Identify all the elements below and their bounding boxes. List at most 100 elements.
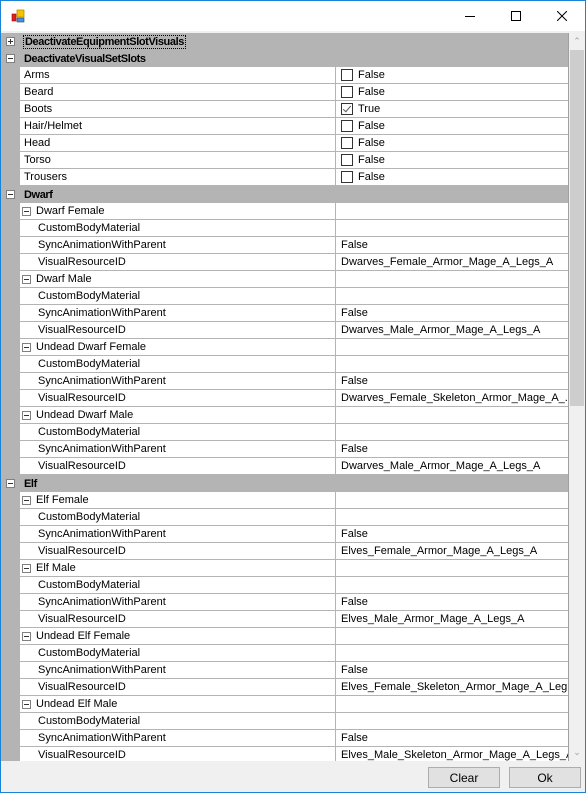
property-row[interactable]: Arms False	[1, 67, 568, 84]
property-value[interactable]: Elves_Female_Skeleton_Armor_Mage_A_Leg..…	[335, 679, 568, 696]
property-row[interactable]: SyncAnimationWithParent False	[1, 730, 568, 747]
property-value[interactable]	[335, 220, 568, 237]
property-row[interactable]: Trousers False	[1, 169, 568, 186]
property-value[interactable]	[335, 509, 568, 526]
collapse-icon[interactable]	[22, 410, 31, 420]
subgroup-row[interactable]: Undead Elf Female	[1, 628, 568, 645]
close-button[interactable]	[539, 1, 585, 31]
collapse-icon[interactable]	[22, 274, 31, 284]
expand-icon[interactable]	[6, 37, 15, 46]
property-row[interactable]: Boots True	[1, 101, 568, 118]
collapse-icon[interactable]	[6, 479, 15, 488]
ok-button[interactable]: Ok	[509, 767, 581, 788]
property-value[interactable]: False	[335, 305, 568, 322]
collapse-icon[interactable]	[22, 495, 31, 505]
subgroup-row[interactable]: Dwarf Male	[1, 271, 568, 288]
vertical-scrollbar[interactable]: ⌃ ⌄	[569, 33, 585, 761]
checkbox[interactable]	[341, 137, 353, 149]
property-value[interactable]: Elves_Male_Armor_Mage_A_Legs_A	[335, 611, 568, 628]
property-value[interactable]	[335, 424, 568, 441]
property-value[interactable]	[335, 356, 568, 373]
property-row[interactable]: Beard False	[1, 84, 568, 101]
maximize-button[interactable]	[493, 1, 539, 31]
property-value[interactable]: Dwarves_Male_Armor_Mage_A_Legs_A	[335, 458, 568, 475]
property-row[interactable]: SyncAnimationWithParent False	[1, 594, 568, 611]
subgroup-row[interactable]: Undead Elf Male	[1, 696, 568, 713]
scrollbar-thumb[interactable]	[570, 50, 584, 406]
property-row[interactable]: CustomBodyMaterial	[1, 288, 568, 305]
property-value[interactable]: False	[335, 594, 568, 611]
property-value-cell[interactable]: True	[335, 101, 568, 118]
property-value[interactable]: False	[335, 373, 568, 390]
property-row[interactable]: Head False	[1, 135, 568, 152]
property-row[interactable]: SyncAnimationWithParent False	[1, 305, 568, 322]
property-row[interactable]: CustomBodyMaterial	[1, 645, 568, 662]
property-row[interactable]: VisualResourceID Dwarves_Female_Armor_Mag…	[1, 254, 568, 271]
checkbox[interactable]	[341, 171, 353, 183]
property-row[interactable]: CustomBodyMaterial	[1, 509, 568, 526]
property-row[interactable]: SyncAnimationWithParent False	[1, 237, 568, 254]
property-value[interactable]: False	[335, 441, 568, 458]
collapse-icon[interactable]	[22, 342, 31, 352]
category-row[interactable]: DeactivateVisualSetSlots	[1, 50, 568, 67]
property-value[interactable]	[335, 577, 568, 594]
property-row[interactable]: VisualResourceID Elves_Female_Armor_Mage_…	[1, 543, 568, 560]
property-row[interactable]: CustomBodyMaterial	[1, 356, 568, 373]
checkbox[interactable]	[341, 86, 353, 98]
property-row[interactable]: SyncAnimationWithParent False	[1, 662, 568, 679]
property-value[interactable]: Dwarves_Female_Armor_Mage_A_Legs_A	[335, 254, 568, 271]
category-row[interactable]: DeactivateEquipmentSlotVisuals	[1, 33, 568, 50]
property-value-cell[interactable]: False	[335, 84, 568, 101]
subgroup-row[interactable]: Elf Male	[1, 560, 568, 577]
property-row[interactable]: CustomBodyMaterial	[1, 577, 568, 594]
scroll-up-icon[interactable]: ⌃	[569, 33, 585, 50]
collapse-icon[interactable]	[22, 699, 31, 709]
collapse-icon[interactable]	[22, 563, 31, 573]
property-row[interactable]: VisualResourceID Elves_Male_Armor_Mage_A_…	[1, 611, 568, 628]
property-grid[interactable]: DeactivateEquipmentSlotVisuals Deactivate…	[1, 33, 569, 761]
collapse-icon[interactable]	[6, 190, 15, 199]
minimize-button[interactable]	[447, 1, 493, 31]
checkbox[interactable]	[341, 103, 353, 115]
property-value[interactable]	[335, 713, 568, 730]
checkbox[interactable]	[341, 120, 353, 132]
subgroup-row[interactable]: Dwarf Female	[1, 203, 568, 220]
property-row[interactable]: VisualResourceID Elves_Female_Skeleton_Ar…	[1, 679, 568, 696]
property-value[interactable]: False	[335, 237, 568, 254]
property-value-cell[interactable]: False	[335, 118, 568, 135]
category-row[interactable]: Elf	[1, 475, 568, 492]
collapse-icon[interactable]	[22, 206, 31, 216]
subgroup-row[interactable]: Undead Dwarf Male	[1, 407, 568, 424]
property-row[interactable]: SyncAnimationWithParent False	[1, 441, 568, 458]
property-value[interactable]: False	[335, 730, 568, 747]
property-row[interactable]: VisualResourceID Dwarves_Female_Skeleton_…	[1, 390, 568, 407]
scroll-down-icon[interactable]: ⌄	[569, 744, 585, 761]
collapse-icon[interactable]	[22, 631, 31, 641]
category-row[interactable]: Dwarf	[1, 186, 568, 203]
property-row[interactable]: VisualResourceID Dwarves_Male_Armor_Mage_…	[1, 322, 568, 339]
property-value[interactable]: False	[335, 662, 568, 679]
property-value[interactable]	[335, 645, 568, 662]
property-value[interactable]: Elves_Female_Armor_Mage_A_Legs_A	[335, 543, 568, 560]
property-row[interactable]: SyncAnimationWithParent False	[1, 373, 568, 390]
checkbox[interactable]	[341, 69, 353, 81]
property-row[interactable]: Torso False	[1, 152, 568, 169]
property-row[interactable]: CustomBodyMaterial	[1, 220, 568, 237]
property-value-cell[interactable]: False	[335, 135, 568, 152]
property-row[interactable]: VisualResourceID Elves_Male_Skeleton_Armo…	[1, 747, 568, 761]
property-row[interactable]: CustomBodyMaterial	[1, 713, 568, 730]
property-value[interactable]: False	[335, 526, 568, 543]
clear-button[interactable]: Clear	[428, 767, 500, 788]
property-row[interactable]: CustomBodyMaterial	[1, 424, 568, 441]
property-value[interactable]: Dwarves_Female_Skeleton_Armor_Mage_A_...	[335, 390, 568, 407]
property-value[interactable]: Dwarves_Male_Armor_Mage_A_Legs_A	[335, 322, 568, 339]
property-value-cell[interactable]: False	[335, 67, 568, 84]
property-row[interactable]: SyncAnimationWithParent False	[1, 526, 568, 543]
property-value-cell[interactable]: False	[335, 169, 568, 186]
property-value[interactable]: Elves_Male_Skeleton_Armor_Mage_A_Legs_A	[335, 747, 568, 761]
property-value[interactable]	[335, 288, 568, 305]
checkbox[interactable]	[341, 154, 353, 166]
collapse-icon[interactable]	[6, 54, 15, 63]
property-row[interactable]: Hair/Helmet False	[1, 118, 568, 135]
property-value-cell[interactable]: False	[335, 152, 568, 169]
